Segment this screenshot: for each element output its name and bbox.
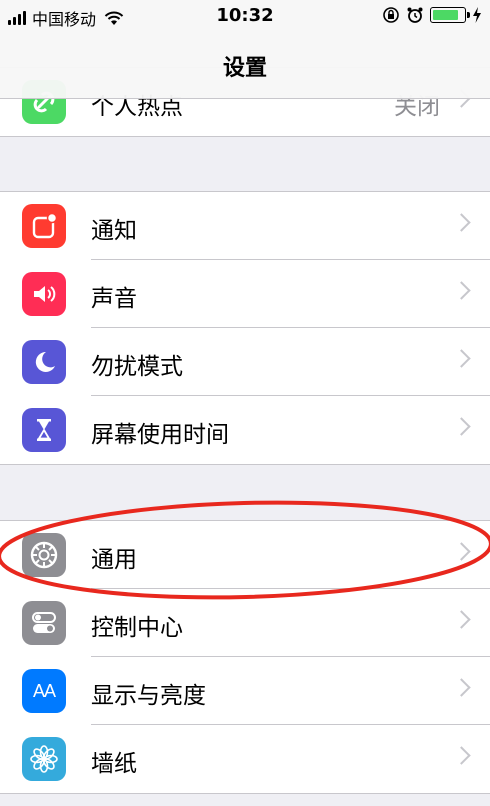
chevron-right-icon [452, 610, 471, 629]
text-size-icon: AA [22, 669, 66, 713]
settings-row-general[interactable]: 通用 [0, 521, 490, 589]
settings-row-notifications[interactable]: 通知 [0, 192, 490, 260]
battery-icon [430, 7, 470, 23]
chevron-right-icon [452, 678, 471, 697]
settings-row-label: 控制中心 [91, 615, 183, 641]
settings-group-notifications: 通知 声音 勿扰模式 屏幕使用时间 [0, 191, 490, 465]
speaker-icon [22, 272, 66, 316]
settings-row-label: 显示与亮度 [91, 683, 206, 709]
chevron-right-icon [452, 349, 471, 368]
flower-icon [22, 737, 66, 781]
settings-row-control-center[interactable]: 控制中心 [0, 589, 490, 657]
alarm-icon [407, 7, 423, 23]
page-title: 设置 [222, 56, 267, 81]
settings-row-label: 墙纸 [91, 751, 137, 777]
settings-row-label: 声音 [91, 286, 137, 312]
chevron-right-icon [452, 542, 471, 561]
settings-row-screen-time[interactable]: 屏幕使用时间 [0, 396, 490, 464]
status-bar: 中国移动 10:32 [0, 0, 490, 34]
gear-icon [22, 533, 66, 577]
text-size-glyph: AA [32, 680, 56, 701]
moon-icon [22, 340, 66, 384]
settings-row-label: 屏幕使用时间 [91, 422, 229, 448]
notifications-icon [22, 204, 66, 248]
settings-row-display-brightness[interactable]: AA 显示与亮度 [0, 657, 490, 725]
chevron-right-icon [452, 281, 471, 300]
settings-row-label: 通用 [91, 547, 137, 573]
settings-row-do-not-disturb[interactable]: 勿扰模式 [0, 328, 490, 396]
chevron-right-icon [452, 213, 471, 232]
settings-group-general: 通用 控制中心 AA 显示与亮度 墙纸 [0, 520, 490, 794]
settings-row-sounds[interactable]: 声音 [0, 260, 490, 328]
charging-bolt-icon [473, 7, 481, 23]
orientation-lock-icon [383, 7, 399, 23]
navigation-bar: 设置 [0, 34, 490, 99]
chevron-right-icon [452, 746, 471, 765]
toggle-icon [22, 601, 66, 645]
settings-row-wallpaper[interactable]: 墙纸 [0, 725, 490, 793]
settings-row-label: 通知 [91, 218, 137, 244]
chevron-right-icon [452, 417, 471, 436]
settings-row-label: 勿扰模式 [91, 354, 183, 380]
hourglass-icon [22, 408, 66, 452]
